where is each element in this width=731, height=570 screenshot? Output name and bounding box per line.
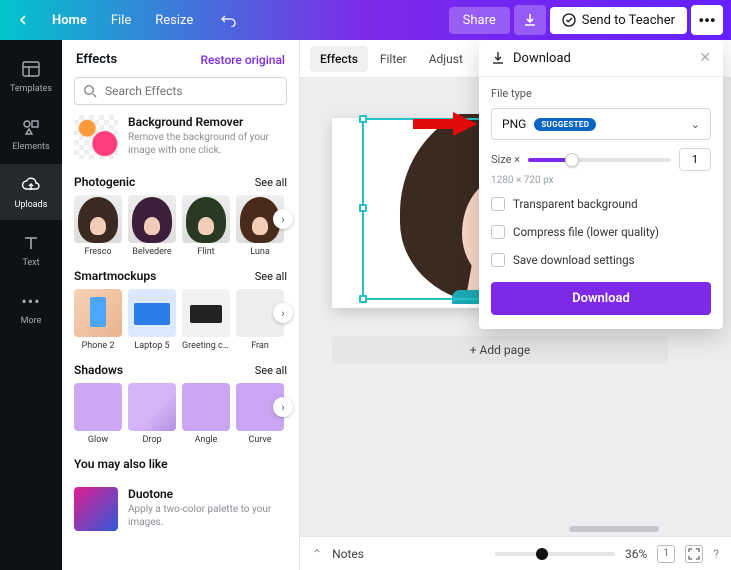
- shadows-heading: Shadows: [74, 363, 123, 377]
- photogenic-heading: Photogenic: [74, 175, 135, 189]
- background-remover-card[interactable]: Background Remover Remove the background…: [74, 115, 287, 159]
- home-button[interactable]: Home: [42, 7, 97, 34]
- size-label: Size ×: [491, 153, 520, 166]
- shadows-see-all[interactable]: See all: [255, 364, 287, 377]
- shadows-next[interactable]: ›: [273, 397, 293, 417]
- ymal-heading: You may also like: [74, 457, 168, 471]
- smartmockups-next[interactable]: ›: [273, 303, 293, 323]
- check-circle-icon: [562, 13, 576, 27]
- close-popover[interactable]: ✕: [699, 50, 711, 66]
- save-settings-checkbox[interactable]: Save download settings: [491, 250, 711, 270]
- effects-panel: Effects Restore original Background Remo…: [62, 40, 300, 570]
- bg-remover-desc: Remove the background of your image with…: [128, 131, 287, 157]
- size-value-input[interactable]: 1: [679, 148, 711, 171]
- tab-adjust[interactable]: Adjust: [419, 46, 473, 72]
- notes-toggle-icon[interactable]: ⌃: [312, 547, 322, 561]
- sidebar-item-more[interactable]: ••• More: [0, 280, 62, 336]
- add-page-button[interactable]: + Add page: [332, 336, 668, 364]
- duotone-title: Duotone: [128, 487, 287, 501]
- filetype-select[interactable]: PNG SUGGESTED ⌄: [491, 108, 711, 140]
- share-button[interactable]: Share: [449, 7, 510, 34]
- sidebar-label: More: [21, 316, 42, 326]
- elements-icon: [20, 116, 42, 138]
- notes-button[interactable]: Notes: [332, 547, 364, 561]
- download-top-button[interactable]: [514, 5, 546, 35]
- download-popover: Download ✕ File type PNG SUGGESTED ⌄ Siz…: [479, 40, 723, 329]
- back-button[interactable]: [8, 9, 38, 31]
- duotone-icon: [74, 487, 118, 531]
- photogenic-belvedere[interactable]: Belvedere: [128, 195, 176, 257]
- zoom-knob[interactable]: [536, 548, 548, 560]
- resize-handle[interactable]: [359, 115, 367, 123]
- sidebar-label: Elements: [12, 142, 49, 152]
- sidebar-item-text[interactable]: Text: [0, 222, 62, 278]
- search-effects-input[interactable]: [74, 77, 287, 105]
- shadow-drop[interactable]: Drop: [128, 383, 176, 445]
- undo-button[interactable]: [211, 7, 247, 33]
- filetype-value: PNG: [502, 117, 526, 131]
- send-to-teacher-button[interactable]: Send to Teacher: [550, 7, 687, 34]
- left-toolbar: Templates Elements Uploads Text ••• More: [0, 40, 62, 570]
- photogenic-fresco[interactable]: Fresco: [74, 195, 122, 257]
- page-count-button[interactable]: 1: [657, 545, 675, 563]
- suggested-badge: SUGGESTED: [534, 118, 596, 131]
- shadow-angle[interactable]: Angle: [182, 383, 230, 445]
- sidebar-item-elements[interactable]: Elements: [0, 106, 62, 162]
- shadow-glow[interactable]: Glow: [74, 383, 122, 445]
- horizontal-scrollbar[interactable]: [460, 526, 719, 534]
- bg-remover-title: Background Remover: [128, 115, 287, 129]
- size-slider[interactable]: [528, 158, 671, 162]
- mockup-laptop5[interactable]: Laptop 5: [128, 289, 176, 351]
- sidebar-item-uploads[interactable]: Uploads: [0, 164, 62, 220]
- sidebar-item-templates[interactable]: Templates: [0, 48, 62, 104]
- tab-filter[interactable]: Filter: [370, 46, 417, 72]
- download-button[interactable]: Download: [491, 282, 711, 315]
- templates-icon: [20, 58, 42, 80]
- resize-handle[interactable]: [359, 295, 367, 303]
- sidebar-label: Uploads: [15, 200, 48, 210]
- send-label: Send to Teacher: [582, 13, 675, 28]
- bottom-bar: ⌃ Notes 36% 1 ?: [300, 536, 731, 570]
- smartmockups-heading: Smartmockups: [74, 269, 156, 283]
- dimensions-text: 1280 × 720 px: [491, 175, 711, 186]
- mockup-phone2[interactable]: Phone 2: [74, 289, 122, 351]
- search-icon: [83, 84, 97, 98]
- filetype-label: File type: [491, 87, 711, 100]
- file-menu[interactable]: File: [101, 7, 141, 34]
- uploads-icon: [20, 174, 42, 196]
- mockup-greeting-card[interactable]: Greeting car...: [182, 289, 230, 351]
- zoom-value: 36%: [625, 547, 647, 561]
- smartmockups-see-all[interactable]: See all: [255, 270, 287, 283]
- text-icon: [20, 232, 42, 254]
- transparent-bg-checkbox[interactable]: Transparent background: [491, 194, 711, 214]
- more-top-button[interactable]: •••: [691, 5, 723, 35]
- search-field[interactable]: [105, 84, 278, 98]
- fullscreen-button[interactable]: [685, 545, 703, 563]
- slider-knob[interactable]: [565, 153, 579, 167]
- red-arrow-annotation: [413, 112, 477, 136]
- resize-handle[interactable]: [359, 204, 367, 212]
- photogenic-see-all[interactable]: See all: [255, 176, 287, 189]
- tab-effects[interactable]: Effects: [310, 46, 368, 72]
- duotone-card[interactable]: Duotone Apply a two-color palette to you…: [74, 487, 287, 531]
- sidebar-label: Templates: [10, 84, 52, 94]
- canvas-stage: Effects Filter Adjust Cr: [300, 40, 731, 570]
- top-bar: Home File Resize Share Send to Teacher •…: [0, 0, 731, 40]
- zoom-slider[interactable]: [495, 552, 615, 556]
- photogenic-next[interactable]: ›: [273, 209, 293, 229]
- compress-file-checkbox[interactable]: Compress file (lower quality): [491, 222, 711, 242]
- chevron-down-icon: ⌄: [691, 118, 700, 131]
- duotone-desc: Apply a two-color palette to your images…: [128, 503, 287, 529]
- help-button[interactable]: ?: [713, 547, 719, 561]
- sidebar-label: Text: [22, 258, 39, 268]
- panel-title: Effects: [76, 52, 117, 67]
- more-icon: •••: [20, 290, 42, 312]
- restore-original-link[interactable]: Restore original: [200, 53, 285, 67]
- download-title: Download: [513, 51, 571, 66]
- download-icon: [491, 51, 505, 65]
- resize-menu[interactable]: Resize: [145, 7, 203, 34]
- bg-remover-icon: [74, 115, 118, 159]
- photogenic-flint[interactable]: Flint: [182, 195, 230, 257]
